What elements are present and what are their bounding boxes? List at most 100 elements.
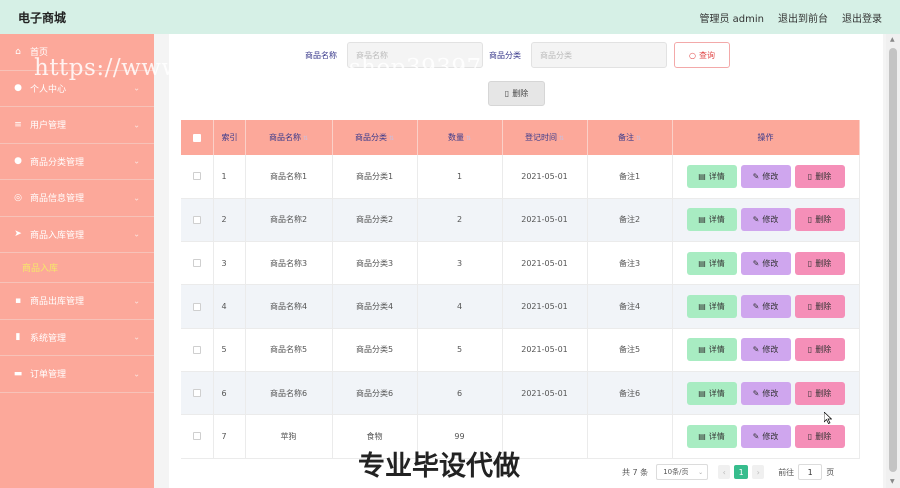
detail-button[interactable]: ▤ 详情 — [686, 295, 737, 319]
scroll-down-arrow-icon[interactable]: ▼ — [890, 478, 895, 485]
cell-date: 2021-05-01 — [502, 241, 588, 286]
sort-icon[interactable]: ⇅ — [389, 135, 394, 142]
cell-actions: ▤ 详情 ✎ 修改 ▯ 删除 — [672, 414, 860, 459]
select-all-cell[interactable] — [181, 120, 214, 155]
edit-button[interactable]: ✎ 修改 — [740, 381, 791, 405]
row-checkbox[interactable] — [192, 259, 201, 268]
sidebar-item-1[interactable]: ● 个人中心 ⌄ — [0, 71, 154, 107]
query-button[interactable]: ○ 查询 — [674, 42, 730, 68]
detail-button[interactable]: ▤ 详情 — [686, 251, 737, 275]
row-checkbox[interactable] — [192, 389, 201, 398]
delete-button[interactable]: ▯ 删除 — [794, 338, 845, 362]
table-row: 4 商品名称4 商品分类4 4 2021-05-01 备注4 ▤ 详情 ✎ 修改 ▯ 删除 — [181, 284, 860, 329]
sort-icon[interactable]: ⇅ — [636, 135, 641, 142]
row-checkbox[interactable] — [192, 345, 201, 354]
row-select-cell[interactable] — [181, 414, 214, 459]
table-row: 3 商品名称3 商品分类3 3 2021-05-01 备注3 ▤ 详情 ✎ 修改 ▯ 删除 — [181, 241, 860, 286]
header-date[interactable]: 登记时间 ⇅ — [502, 120, 588, 155]
sidebar-item-7[interactable]: ▮ 系统管理 ⌄ — [0, 320, 154, 356]
sidebar-subitem-stock-in[interactable]: 商品入库 — [0, 253, 154, 283]
header-actions: 操作 — [672, 120, 860, 155]
pencil-icon: ✎ — [752, 215, 760, 225]
select-all-checkbox[interactable] — [192, 133, 201, 142]
delete-button[interactable]: ▯ 删除 — [794, 381, 845, 405]
edit-button[interactable]: ✎ 修改 — [740, 295, 791, 319]
top-right-links: 管理员 admin 退出到前台 退出登录 — [699, 10, 882, 25]
row-checkbox[interactable] — [192, 172, 201, 181]
delete-button[interactable]: ▯ 删除 — [794, 424, 845, 448]
table-row: 6 商品名称6 商品分类6 6 2021-05-01 备注6 ▤ 详情 ✎ 修改 ▯ 删除 — [181, 371, 860, 416]
row-checkbox[interactable] — [192, 302, 201, 311]
row-select-cell[interactable] — [181, 241, 214, 286]
detail-button[interactable]: ▤ 详情 — [686, 164, 737, 188]
cell-note: 备注5 — [587, 328, 673, 372]
sidebar-item-3[interactable]: ● 商品分类管理 ⌄ — [0, 144, 154, 180]
edit-button[interactable]: ✎ 修改 — [740, 424, 791, 448]
product-category-input[interactable] — [531, 42, 667, 68]
product-category-label: 商品分类 — [489, 51, 521, 60]
header-quantity[interactable]: 数量 ⇅ — [417, 120, 503, 155]
row-select-cell[interactable] — [181, 371, 214, 416]
edit-button[interactable]: ✎ 修改 — [740, 208, 791, 232]
sort-icon[interactable]: ⇅ — [303, 135, 308, 142]
delete-button[interactable]: ▯ 删除 — [794, 295, 845, 319]
batch-delete-button[interactable]: ▯ 删除 — [488, 81, 545, 106]
row-checkbox[interactable] — [192, 215, 201, 224]
chevron-down-icon: ⌄ — [133, 229, 140, 239]
main-panel: 商品名称 商品分类 ○ 查询 ▯ 删除 索引 商品名称⇅ 商品分类⇅ 数量⇅ 登… — [169, 34, 883, 488]
back-to-front-link[interactable]: 退出到前台 — [778, 10, 828, 25]
sidebar-item-0[interactable]: ⌂ 首页 — [0, 34, 154, 71]
header-name[interactable]: 商品名称 ⇅ — [245, 120, 333, 155]
sidebar-item-label: 用户管理 — [30, 121, 67, 132]
edit-button[interactable]: ✎ 修改 — [740, 164, 791, 188]
edit-button[interactable]: ✎ 修改 — [740, 338, 791, 362]
page-number-current[interactable]: 1 — [734, 465, 749, 479]
chevron-down-icon: ⌄ — [133, 120, 140, 130]
row-checkbox[interactable] — [192, 432, 201, 441]
row-select-cell[interactable] — [181, 198, 214, 243]
sort-icon[interactable]: ⇅ — [559, 135, 564, 142]
goto-page-input[interactable]: 1 — [798, 464, 823, 480]
admin-user-label[interactable]: 管理员 admin — [699, 10, 764, 25]
sidebar: ⌂ 首页 ● 个人中心 ⌄ ≡ 用户管理 ⌄ ● 商品分类管理 ⌄ ◎ 商品信息管理 ⌄ ➤ 商品入库管理 ⌄ 商… — [0, 34, 154, 488]
detail-button[interactable]: ▤ 详情 — [686, 381, 737, 405]
row-select-cell[interactable] — [181, 155, 214, 199]
home-icon: ⌂ — [15, 46, 21, 57]
row-select-cell[interactable] — [181, 328, 214, 372]
header-category[interactable]: 商品分类 ⇅ — [332, 120, 418, 155]
logout-link[interactable]: 退出登录 — [842, 10, 882, 25]
detail-button[interactable]: ▤ 详情 — [686, 424, 737, 448]
delete-button[interactable]: ▯ 删除 — [794, 208, 845, 232]
scroll-up-arrow-icon[interactable]: ▲ — [890, 36, 895, 43]
cell-date: 2021-05-01 — [502, 198, 588, 243]
page-size-value: 10条/页 — [663, 468, 689, 476]
page-size-select[interactable]: 10条/页 ⌄ — [656, 464, 709, 480]
row-select-cell[interactable] — [181, 284, 214, 329]
top-bar: 电子商城 管理员 admin 退出到前台 退出登录 — [0, 0, 900, 34]
sidebar-item-8[interactable]: ▬ 订单管理 ⌄ — [0, 356, 154, 393]
sidebar-item-label: 订单管理 — [30, 370, 67, 381]
sidebar-item-label: 商品信息管理 — [30, 194, 85, 205]
delete-button[interactable]: ▯ 删除 — [794, 251, 845, 275]
delete-button[interactable]: ▯ 删除 — [794, 164, 845, 188]
sidebar-item-2[interactable]: ≡ 用户管理 ⌄ — [0, 107, 154, 144]
edit-button[interactable]: ✎ 修改 — [740, 251, 791, 275]
trash-icon: ▯ — [807, 258, 813, 268]
prev-page-button[interactable]: ‹ — [718, 465, 731, 479]
cell-date: 2021-05-01 — [502, 155, 588, 199]
product-name-input[interactable] — [347, 42, 483, 68]
next-page-button[interactable]: › — [752, 465, 765, 479]
sort-icon[interactable]: ⇅ — [466, 135, 471, 142]
detail-button[interactable]: ▤ 详情 — [686, 338, 737, 362]
chevron-down-icon: ⌄ — [133, 83, 140, 93]
cell-quantity: 3 — [417, 241, 503, 286]
sidebar-item-label: 商品入库管理 — [30, 230, 85, 241]
sidebar-item-4[interactable]: ◎ 商品信息管理 ⌄ — [0, 180, 154, 217]
scrollbar-thumb[interactable] — [889, 48, 897, 472]
cell-index: 6 — [213, 371, 246, 416]
header-note[interactable]: 备注 ⇅ — [587, 120, 673, 155]
sidebar-item-6[interactable]: ▪ 商品出库管理 ⌄ — [0, 283, 154, 320]
sidebar-item-5[interactable]: ➤ 商品入库管理 ⌄ — [0, 217, 154, 253]
cell-quantity: 5 — [417, 328, 503, 372]
detail-button[interactable]: ▤ 详情 — [686, 208, 737, 232]
